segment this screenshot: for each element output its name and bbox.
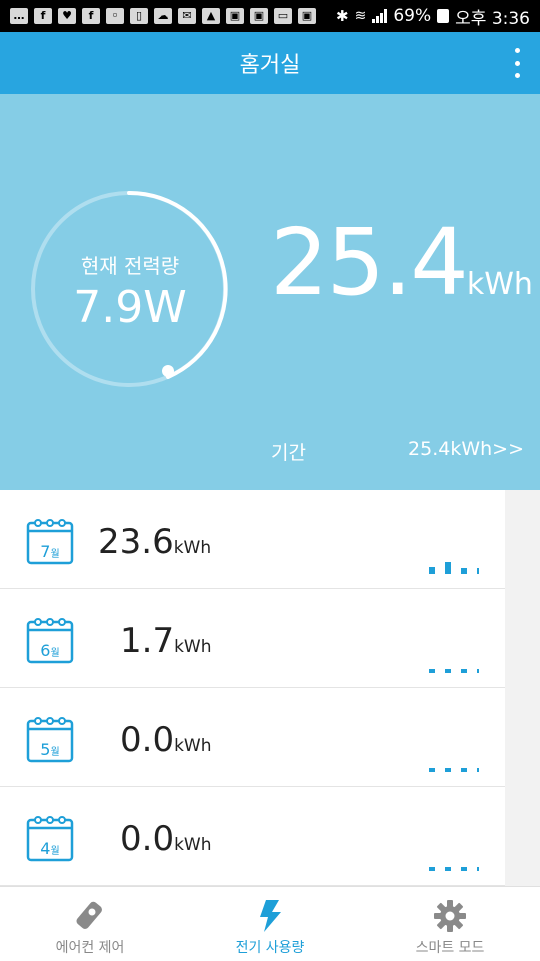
mini-bar (429, 768, 435, 772)
battery-icon (437, 9, 450, 23)
total-usage: 25.4kWh (270, 209, 533, 316)
calendar-month: 4월 (40, 839, 60, 858)
notification-icons: … f ♥ f ◦ ▯ ☁ ✉ ▲ ▣ ▣ ▭ ▣ (10, 8, 336, 24)
fitness-icon: ♥ (58, 8, 76, 24)
list-item[interactable]: 4월 0.0kWh (0, 787, 505, 886)
tab-aircon-control[interactable]: 에어컨 제어 (0, 887, 180, 961)
gauge-knob (162, 365, 174, 377)
mini-bar (445, 669, 451, 673)
bottom-nav: 에어컨 제어 전기 사용량 스마트 모드 (0, 886, 540, 961)
current-power-value: 7.9W (73, 282, 187, 333)
gear-icon (434, 900, 466, 932)
nav-label: 에어컨 제어 (55, 940, 125, 956)
mini-bar (477, 568, 479, 574)
mini-bar-chart (429, 768, 479, 772)
mini-bar (461, 867, 467, 871)
status-right: ✱ ≋ 69% 오후 3:36 (336, 4, 530, 29)
image-icon: ▲ (202, 8, 220, 24)
facebook-icon: f (82, 8, 100, 24)
calendar-month: 6월 (40, 641, 60, 660)
mini-bar (477, 768, 479, 772)
mmc-icon: ▭ (274, 8, 292, 24)
cloud-icon: ☁ (154, 8, 172, 24)
period-label: 기간 (271, 442, 306, 464)
tab-power-usage[interactable]: 전기 사용량 (180, 887, 360, 961)
period-link[interactable]: 25.4kWh>> (408, 438, 524, 460)
power-summary-panel: 현재 전력량 7.9W 25.4kWh 기간 25.4kWh>> (0, 94, 540, 490)
total-usage-unit: kWh (466, 267, 533, 302)
mini-bar-chart (429, 867, 479, 871)
status-bar: … f ♥ f ◦ ▯ ☁ ✉ ▲ ▣ ▣ ▭ ▣ ✱ ≋ 69% 오후 3:3… (0, 0, 540, 32)
month-usage: 23.6kWh (98, 522, 212, 562)
cast-icon: ▣ (250, 8, 268, 24)
calendar-month: 7월 (40, 542, 60, 561)
mini-bar-chart (429, 669, 479, 673)
mini-bar (445, 867, 451, 871)
list-item[interactable]: 5월 0.0kWh (0, 688, 505, 787)
mini-bar (429, 867, 435, 871)
facebook-icon: f (34, 8, 52, 24)
total-usage-value: 25.4 (270, 209, 469, 316)
monthly-usage-list[interactable]: 7월 23.6kWh 6월 1.7kWh 5월 0.0kWh 4월 0.0kWh (0, 490, 540, 886)
signal-icon (372, 9, 388, 23)
cast-icon: ▣ (226, 8, 244, 24)
month-usage: 0.0kWh (120, 720, 212, 760)
tab-smart-mode[interactable]: 스마트 모드 (360, 887, 540, 961)
current-power-label: 현재 전력량 (80, 254, 180, 278)
mini-bar (445, 768, 451, 772)
mini-bar (445, 562, 451, 574)
month-usage: 1.7kWh (120, 621, 212, 661)
wifi-icon: ≋ (354, 8, 367, 24)
mini-bar (429, 567, 435, 574)
chat-icon: … (10, 8, 28, 24)
app-bar: 홈거실 (0, 32, 540, 94)
battery-percent: 69% (393, 6, 432, 26)
mail-icon: ✉ (178, 8, 196, 24)
nav-label: 전기 사용량 (235, 940, 305, 956)
list-item[interactable]: 6월 1.7kWh (0, 589, 505, 688)
mini-bar-chart (429, 562, 479, 574)
nav-label: 스마트 모드 (415, 940, 485, 956)
wechat-icon: ◦ (106, 8, 124, 24)
mini-bar (477, 867, 479, 871)
mini-bar (429, 669, 435, 673)
mini-bar (461, 568, 467, 574)
month-usage: 0.0kWh (120, 819, 212, 859)
mini-bar (461, 669, 467, 673)
remote-control-icon (76, 901, 102, 929)
cast-icon: ▣ (298, 8, 316, 24)
clock: 오후 3:36 (455, 8, 530, 29)
page-title: 홈거실 (239, 53, 301, 78)
screen-icon: ▯ (130, 8, 148, 24)
mini-bar (461, 768, 467, 772)
calendar-month: 5월 (40, 740, 60, 759)
bluetooth-icon: ✱ (336, 7, 349, 25)
more-vert-icon[interactable] (512, 48, 522, 78)
list-item[interactable]: 7월 23.6kWh (0, 490, 505, 589)
lightning-icon (260, 900, 281, 932)
mini-bar (477, 669, 479, 673)
